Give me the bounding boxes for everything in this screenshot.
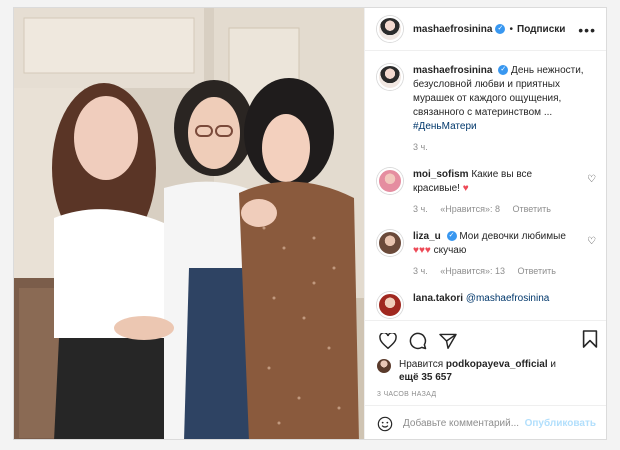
comment-likes[interactable]: «Нравится»: 13 [440,266,505,276]
heart-icon [379,332,397,349]
post-header: mashaefrosinina ✓ • Подписки ••• [365,8,606,51]
caption-text-block: mashaefrosinina ✓ День нежности, безусло… [413,64,596,134]
verified-icon: ✓ [495,24,506,34]
heart-emoji: ♥♥♥ [413,245,431,256]
comment-body: moi_sofism Какие вы все красивые! ♥ 3 ч.… [413,168,573,216]
comment-item: lana.takori @mashaefrosinina [365,292,606,318]
post-photo-illustration [14,8,364,439]
more-horizontal-icon[interactable]: ••• [578,22,596,38]
post-photo[interactable] [14,8,364,439]
comment-author[interactable]: moi_sofism [413,169,469,180]
comment-author[interactable]: lana.takori [413,293,463,304]
caption: mashaefrosinina ✓ День нежности, безусло… [365,52,606,134]
comment-time[interactable]: 3 ч. [413,204,428,214]
comment-item: liza_u ✓ Мои девочки любимые ♥♥♥ скучаю … [365,230,606,278]
follow-separator: • [509,23,513,35]
likes-prefix: Нравится [399,359,444,370]
likes-summary: Нравится podkopayeva_official и ещё 35 6… [377,358,556,384]
caption-hashtag[interactable]: #ДеньМатери [413,121,477,132]
publish-button[interactable]: Опубликовать [525,418,596,429]
comment-text: Мои девочки любимые [459,231,566,242]
commenter-avatar[interactable] [377,168,403,194]
commenter-avatar[interactable] [377,292,403,318]
likes-count[interactable]: ещё 35 657 [399,372,452,383]
instagram-post-window: mashaefrosinina ✓ • Подписки ••• mashaef… [13,7,607,440]
comment-meta: 3 ч. «Нравится»: 13 Ответить [413,264,573,278]
post-actions-bar [365,320,606,360]
like-button[interactable] [375,328,401,354]
comment-body: liza_u ✓ Мои девочки любимые ♥♥♥ скучаю … [413,230,573,278]
comment-likes[interactable]: «Нравится»: 8 [440,204,500,214]
commenter-avatar[interactable] [377,230,403,256]
reply-button[interactable]: Ответить [517,266,555,276]
comment-time[interactable]: 3 ч. [413,266,428,276]
comment-author[interactable]: liza_u [413,231,441,242]
author-avatar[interactable] [377,16,403,42]
comments-list[interactable]: mashaefrosinina ✓ День нежности, безусло… [365,52,606,320]
comment-item: moi_sofism Какие вы все красивые! ♥ 3 ч.… [365,168,606,216]
send-icon [439,333,457,349]
share-button[interactable] [435,328,461,354]
verified-icon: ✓ [498,65,509,76]
likes-text: Нравится podkopayeva_official и ещё 35 6… [399,358,556,384]
comment-meta: 3 ч. «Нравится»: 8 Ответить [413,202,573,216]
heart-emoji: ♥ [462,183,469,194]
comment-mention[interactable]: @mashaefrosinina [466,293,550,304]
comment-button[interactable] [405,328,431,354]
post-timestamp[interactable]: 3 ЧАСОВ НАЗАД [377,391,436,398]
caption-author[interactable]: mashaefrosinina [413,65,492,76]
comment-icon [409,332,427,349]
verified-icon: ✓ [446,231,457,242]
save-button[interactable] [582,329,598,354]
like-comment-icon[interactable]: ♡ [587,236,596,247]
like-comment-icon[interactable]: ♡ [587,174,596,185]
liker-username[interactable]: podkopayeva_official [446,359,548,370]
comment-text-2: скучаю [433,245,467,256]
following-button[interactable]: Подписки [517,24,565,35]
add-comment-bar: Опубликовать [365,405,606,439]
likes-suffix: и [550,359,556,370]
caption-time[interactable]: 3 ч. [413,142,606,152]
bookmark-icon [582,330,598,348]
caption-author-avatar[interactable] [377,64,403,90]
emoji-icon[interactable] [377,416,393,432]
comment-body: lana.takori @mashaefrosinina [413,292,573,318]
reply-button[interactable]: Ответить [512,204,550,214]
liker-avatar[interactable] [377,359,391,373]
author-username[interactable]: mashaefrosinina [413,24,492,35]
add-comment-input[interactable] [403,418,543,429]
post-side-panel: mashaefrosinina ✓ • Подписки ••• mashaef… [364,8,606,439]
